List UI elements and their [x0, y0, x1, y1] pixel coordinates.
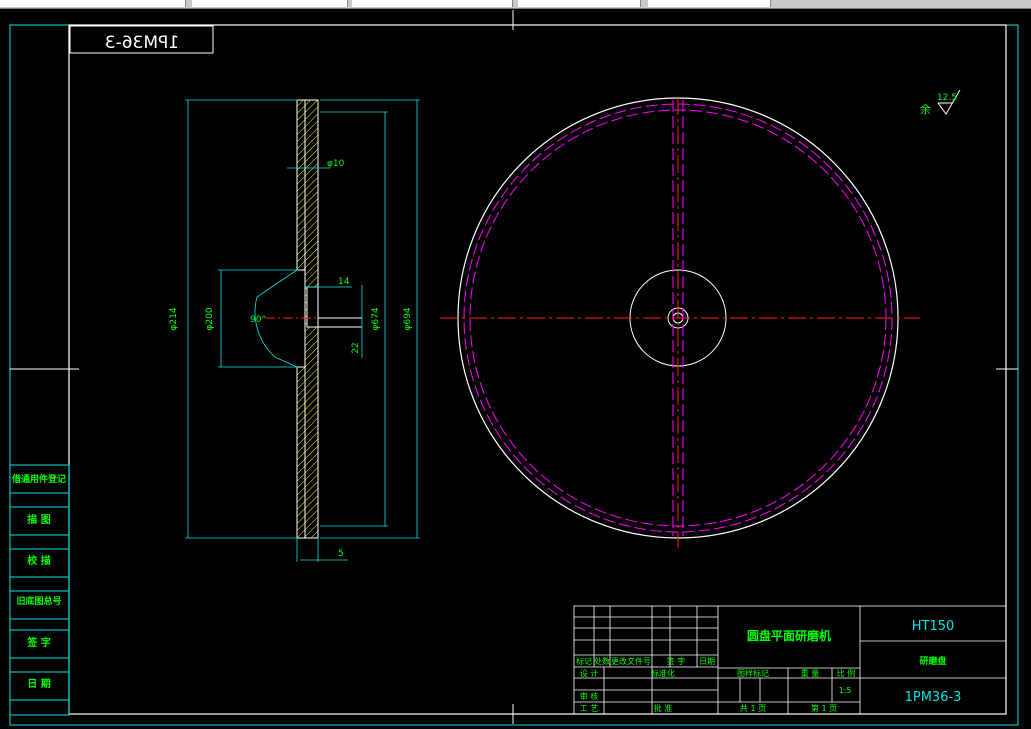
- label-change-doc: 更改文件号: [611, 656, 651, 666]
- dim-phi674: φ674: [371, 307, 381, 330]
- drawing-number: 1PM36-3: [905, 690, 962, 705]
- dim-angle-90: 90°: [250, 315, 266, 325]
- dim-phi694: φ694: [403, 307, 413, 330]
- part-name: 研磨盘: [919, 655, 946, 667]
- label-count: 处数: [594, 656, 610, 666]
- hub-upper: [296, 99, 306, 271]
- dim-phi214: φ214: [169, 307, 179, 330]
- roughness-prefix: 余: [920, 102, 931, 116]
- label-sheet-no: 第 1 页: [811, 703, 837, 713]
- scale-value: 1:5: [839, 686, 852, 695]
- drawing-frame: [68, 24, 1007, 715]
- dim-phi10: φ10: [327, 159, 345, 169]
- sidebar-row-label: 旧底图总号: [16, 595, 61, 607]
- sidebar-row-label: 校 描: [27, 554, 50, 567]
- front-view[interactable]: [440, 97, 920, 548]
- machine-name: 圆盘平面研磨机: [747, 628, 831, 643]
- label-standardize: 标准化: [651, 668, 675, 678]
- label-approve: 批 准: [654, 703, 673, 713]
- roughness-value: 12.5: [937, 93, 957, 103]
- label-design: 设 计: [580, 668, 599, 678]
- dim-phi200: φ200: [205, 307, 215, 330]
- label-scale: 比 例: [837, 668, 856, 678]
- center-bore: [306, 286, 319, 328]
- sidebar-row-label: 日 期: [27, 677, 50, 690]
- dim-22: 22: [351, 342, 361, 353]
- label-mark: 标记: [576, 656, 592, 666]
- label-review: 审 核: [580, 691, 599, 701]
- section-view[interactable]: φ214 φ200 φ674 φ694 φ10 90° 14 22 5: [169, 99, 420, 562]
- sidebar-row-label: 签 字: [26, 636, 50, 649]
- left-sidebar-table: 借通用件登记 描 图 校 描 旧底图总号 签 字 日 期: [9, 464, 70, 716]
- label-date: 日期: [699, 657, 715, 666]
- material: HT150: [912, 619, 955, 634]
- sidebar-row-label: 描 图: [27, 513, 50, 526]
- sheet-outer-border: [9, 24, 1019, 726]
- label-stage-mark: 图样标记: [737, 668, 769, 678]
- label-sign: 签 字: [667, 656, 686, 666]
- cad-drawing-canvas[interactable]: 1PM36-3 借通用件登记 描 图 校 描 旧底图总号 签 字 日 期 φ21…: [0, 0, 1031, 729]
- dim-5: 5: [338, 549, 344, 559]
- label-process: 工 艺: [580, 704, 599, 713]
- sidebar-row-label: 借通用件登记: [11, 473, 66, 485]
- dim-14: 14: [338, 277, 350, 287]
- mirrored-drawing-code: 1PM36-3: [105, 33, 179, 53]
- roughness-symbol: 余 12.5: [920, 89, 961, 116]
- label-sheets-total: 共 1 页: [740, 704, 766, 713]
- label-weight: 重 量: [801, 668, 820, 678]
- hub-lower: [296, 366, 306, 539]
